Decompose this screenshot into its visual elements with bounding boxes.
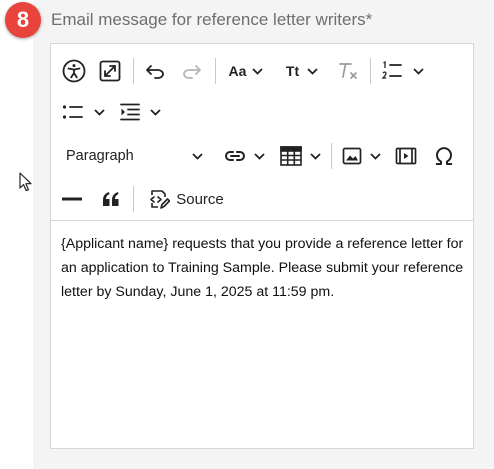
toolbar-separator: [133, 58, 134, 84]
chevron-down-icon: [369, 152, 381, 160]
accessibility-button[interactable]: [59, 57, 89, 85]
link-icon: [224, 151, 245, 161]
image-icon: [342, 147, 361, 165]
chevron-down-icon: [93, 108, 105, 116]
toolbar-separator: [331, 143, 332, 169]
chevron-down-icon: [149, 108, 161, 116]
bulleted-list-dropdown[interactable]: [59, 98, 107, 126]
font-size-label: Tt: [285, 63, 300, 79]
chevron-down-icon: [307, 67, 318, 75]
accessibility-icon: [62, 59, 86, 83]
toolbar-separator: [133, 186, 134, 212]
numbered-list-dropdown[interactable]: [377, 57, 427, 85]
font-size-dropdown[interactable]: Tt: [279, 57, 325, 85]
undo-button[interactable]: [140, 57, 170, 85]
indent-dropdown[interactable]: [117, 98, 163, 126]
redo-button[interactable]: [177, 57, 207, 85]
editor-content[interactable]: {Applicant name} requests that you provi…: [61, 232, 466, 304]
table-dropdown[interactable]: [275, 141, 325, 171]
source-code-icon: [150, 190, 171, 209]
blockquote-button[interactable]: [96, 184, 126, 214]
step-badge: 8: [5, 2, 41, 38]
chevron-down-icon: [253, 152, 265, 160]
redo-icon: [183, 65, 201, 79]
font-family-dropdown[interactable]: Aa: [223, 57, 269, 85]
undo-icon: [146, 65, 164, 79]
image-dropdown[interactable]: [338, 141, 384, 171]
numbered-list-icon: [380, 61, 402, 79]
chevron-down-icon: [309, 152, 321, 160]
toolbar-separator: [370, 58, 371, 84]
toolbar-separator: [215, 58, 216, 84]
clear-formatting-icon: [339, 63, 357, 79]
special-characters-button[interactable]: [429, 141, 459, 171]
rich-text-editor: Aa Tt Paragraph Source {Applicant name} …: [50, 43, 474, 449]
clear-formatting-button[interactable]: [333, 57, 363, 85]
source-label: Source: [176, 190, 224, 208]
media-icon: [395, 147, 417, 165]
chevron-down-icon: [412, 67, 424, 75]
blockquote-icon: [103, 192, 119, 206]
field-label: Email message for reference letter write…: [51, 10, 373, 29]
horizontal-line-icon: [62, 197, 82, 201]
horizontal-line-button[interactable]: [57, 184, 87, 214]
editor-toolbar: Aa Tt Paragraph Source: [51, 44, 473, 221]
font-family-label: Aa: [228, 63, 247, 79]
indent-icon: [119, 103, 140, 121]
source-button[interactable]: Source: [143, 184, 229, 214]
table-icon: [279, 146, 302, 166]
omega-icon: [436, 147, 452, 165]
paragraph-format-dropdown[interactable]: Paragraph: [57, 141, 209, 171]
bulleted-list-icon: [62, 105, 83, 119]
chevron-down-icon: [192, 152, 203, 160]
fullscreen-icon: [99, 60, 121, 82]
paragraph-format-label: Paragraph: [66, 148, 134, 164]
fullscreen-button[interactable]: [95, 57, 125, 85]
chevron-down-icon: [252, 67, 264, 75]
link-dropdown[interactable]: [221, 141, 267, 171]
insert-media-button[interactable]: [391, 141, 421, 171]
mouse-cursor-icon: [19, 172, 32, 192]
